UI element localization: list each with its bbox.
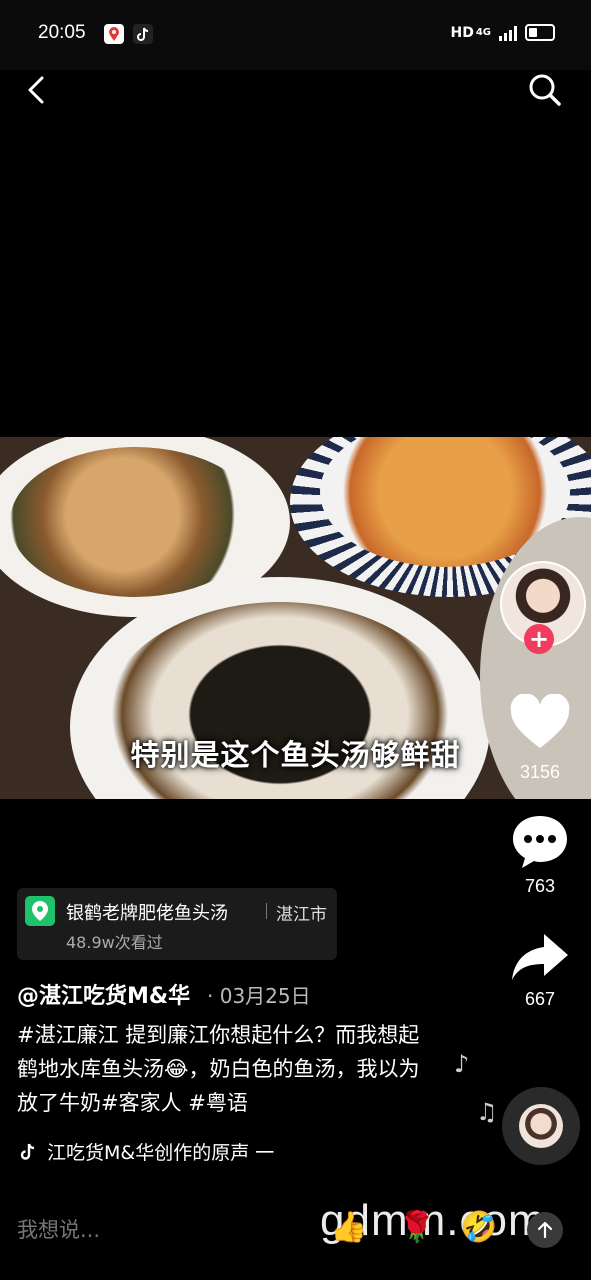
location-name: 银鹤老牌肥佬鱼头汤 [66, 903, 228, 924]
network-sub-label: 4G [475, 27, 491, 38]
music-title: 江吃货M&华创作的原声 一 [47, 1142, 275, 1164]
status-indicators: HD 4G [450, 24, 555, 41]
signal-icon [499, 25, 517, 41]
music-note-icon: ♪ [454, 1050, 470, 1078]
maps-icon [104, 24, 124, 44]
comment-bar: gdmm.com 👍 🌹 🤣 [0, 1196, 591, 1280]
chevron-left-icon [28, 76, 44, 104]
music-disc-cover [519, 1104, 563, 1148]
comment-bubble-icon [513, 816, 567, 868]
location-divider [266, 903, 267, 919]
like-count: 3156 [519, 762, 561, 782]
comment-button[interactable] [510, 812, 570, 872]
arrow-up-icon [537, 1221, 553, 1239]
comment-count: 763 [524, 876, 556, 896]
battery-icon [525, 24, 555, 41]
dish-fish [10, 447, 260, 597]
location-pin-icon [25, 896, 55, 926]
emoji-laughing[interactable]: 🤣 [460, 1210, 497, 1245]
location-views: 48.9w次看过 [66, 933, 163, 952]
tiktok-icon [133, 24, 153, 44]
status-bar: 20:05 HD 4G [0, 0, 591, 70]
search-icon [529, 74, 561, 106]
status-time: 20:05 [38, 22, 86, 43]
share-count: 667 [524, 989, 556, 1009]
author-name[interactable]: @湛江吃货M&华 [17, 978, 190, 1010]
like-button[interactable] [509, 693, 571, 756]
location-city: 湛江市 [276, 905, 327, 925]
comment-input[interactable] [17, 1218, 267, 1242]
network-label: HD [450, 24, 474, 41]
follow-button[interactable]: + [524, 624, 554, 654]
post-date: · 03月25日 [207, 984, 311, 1008]
emoji-thumbs-up[interactable]: 👍 [330, 1210, 367, 1245]
share-button[interactable] [510, 930, 570, 984]
search-button[interactable] [521, 66, 569, 114]
back-button[interactable] [14, 66, 62, 114]
emoji-rose[interactable]: 🌹 [398, 1210, 435, 1245]
music-disc[interactable] [502, 1087, 580, 1165]
send-button[interactable] [527, 1212, 563, 1248]
location-card[interactable]: 银鹤老牌肥佬鱼头汤 湛江市 48.9w次看过 [17, 888, 337, 960]
share-arrow-icon [512, 934, 568, 980]
music-row[interactable]: 江吃货M&华创作的原声 一 [17, 1138, 274, 1165]
music-note-icon: ♫ [476, 1098, 498, 1126]
tiktok-music-icon [20, 1143, 35, 1160]
heart-icon [510, 693, 570, 748]
post-description: #湛江廉江 提到廉江你想起什么？而我想起鹤地水库鱼头汤😂，奶白色的鱼汤，我以为放… [17, 1023, 420, 1115]
